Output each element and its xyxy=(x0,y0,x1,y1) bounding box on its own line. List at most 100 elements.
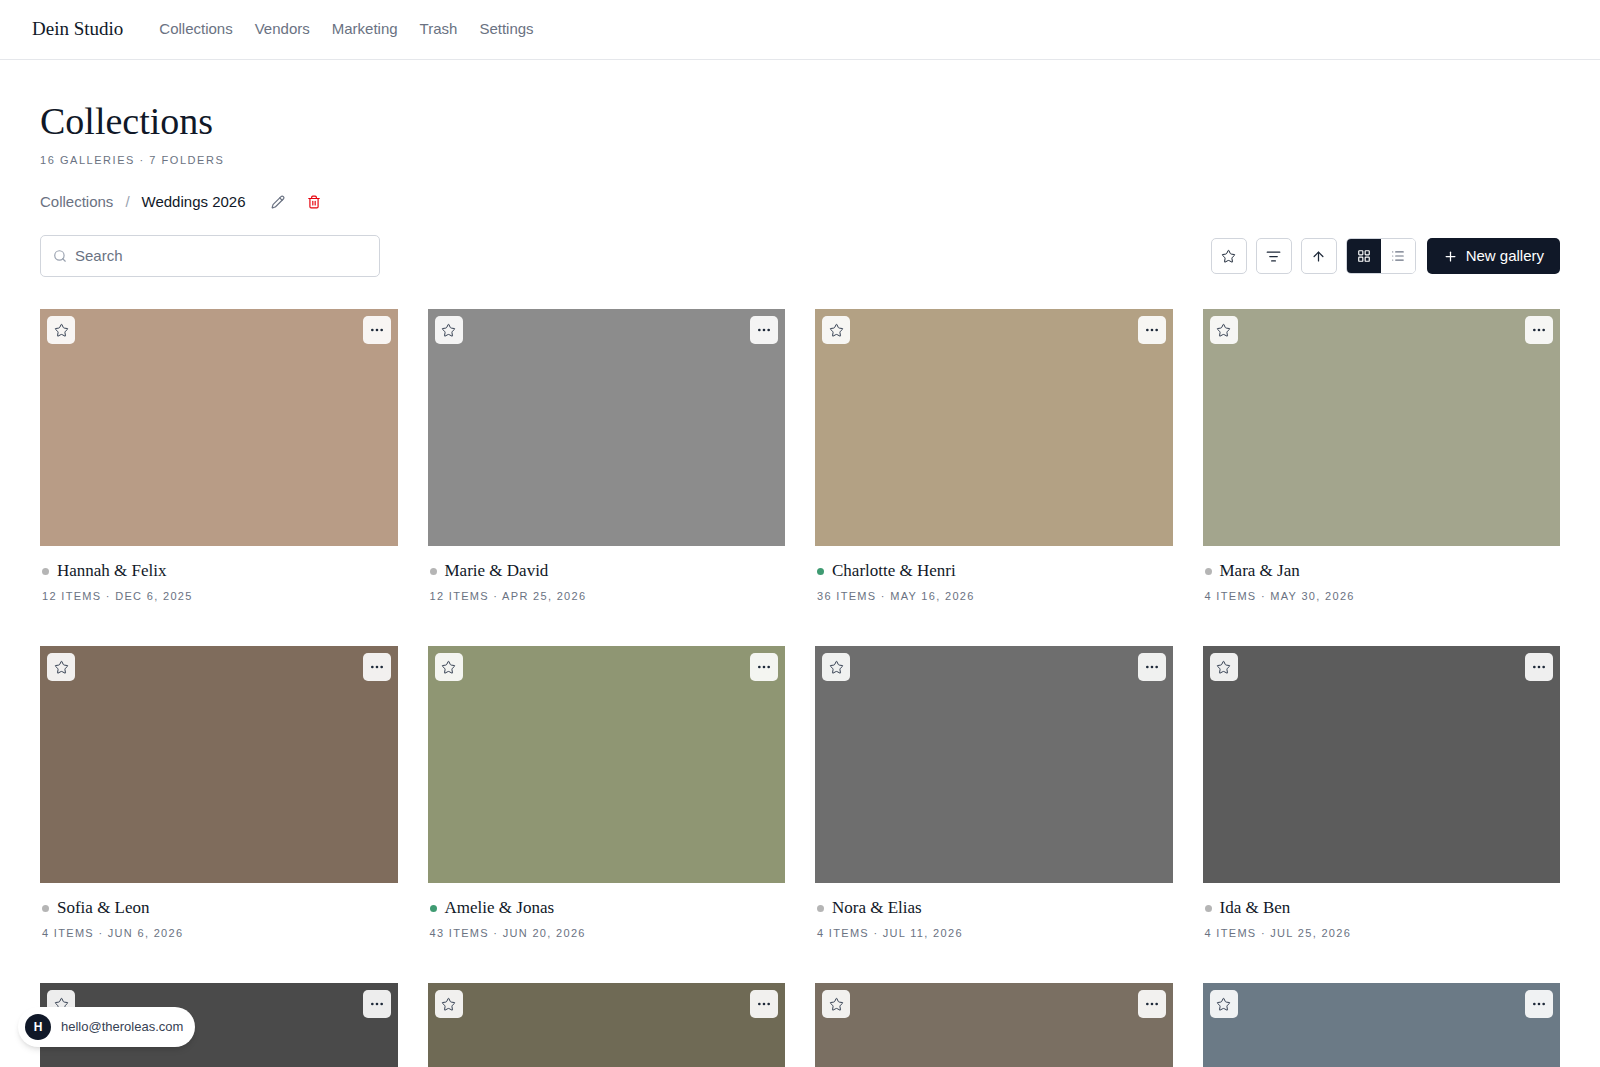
search-icon xyxy=(53,249,67,263)
ellipsis-icon xyxy=(1144,659,1160,675)
gallery-cover[interactable] xyxy=(815,646,1173,883)
star-button[interactable] xyxy=(1210,316,1238,344)
toolbar-actions: New gallery xyxy=(1211,238,1560,274)
search-field[interactable] xyxy=(40,235,380,277)
gallery-card[interactable] xyxy=(428,983,786,1067)
breadcrumb: Collections/Weddings 2026 xyxy=(40,190,1560,214)
gallery-cover[interactable] xyxy=(40,646,398,883)
top-bar: Dein Studio Collections Vendors Marketing Tr… xyxy=(0,0,1600,60)
gallery-meta: 36 ITEMS · MAY 16, 2026 xyxy=(815,588,1173,604)
nav-item[interactable]: Trash xyxy=(420,18,458,41)
star-button[interactable] xyxy=(822,653,850,681)
ellipsis-icon xyxy=(1531,322,1547,338)
status-dot xyxy=(1205,568,1212,575)
gallery-cover[interactable] xyxy=(428,646,786,883)
plus-icon xyxy=(1443,249,1458,264)
more-button[interactable] xyxy=(363,653,391,681)
gallery-card[interactable]: Marie & David12 ITEMS · APR 25, 2026 xyxy=(428,309,786,604)
new-gallery-button[interactable]: New gallery xyxy=(1427,238,1560,274)
ellipsis-icon xyxy=(1531,659,1547,675)
trash-icon xyxy=(307,195,321,209)
nav-item[interactable]: Vendors xyxy=(255,18,310,41)
page-subtitle: 16 GALLERIES · 7 FOLDERS xyxy=(40,152,1560,168)
gallery-cover[interactable] xyxy=(815,309,1173,546)
account-chip[interactable]: Hhello@theroleas.com xyxy=(18,1007,195,1047)
star-icon xyxy=(54,323,69,338)
gallery-cover[interactable] xyxy=(1203,646,1561,883)
star-button[interactable] xyxy=(47,316,75,344)
star-button[interactable] xyxy=(1210,990,1238,1018)
gallery-card[interactable]: Hannah & Felix12 ITEMS · DEC 6, 2025 xyxy=(40,309,398,604)
ellipsis-icon xyxy=(369,659,385,675)
gallery-card[interactable]: Mara & Jan4 ITEMS · MAY 30, 2026 xyxy=(1203,309,1561,604)
sort-icon xyxy=(1266,249,1281,264)
gallery-name: Sofia & Leon xyxy=(57,897,150,919)
delete-button[interactable] xyxy=(302,190,326,214)
ellipsis-icon xyxy=(369,322,385,338)
gallery-card[interactable]: Amelie & Jonas43 ITEMS · JUN 20, 2026 xyxy=(428,646,786,941)
star-button[interactable] xyxy=(435,653,463,681)
gallery-cover[interactable] xyxy=(815,983,1173,1067)
star-icon xyxy=(829,323,844,338)
logo[interactable]: Dein Studio xyxy=(32,15,123,44)
account-email: hello@theroleas.com xyxy=(61,1017,183,1037)
page-title: Collections xyxy=(40,102,1560,140)
status-dot xyxy=(817,568,824,575)
more-button[interactable] xyxy=(1525,316,1553,344)
ellipsis-icon xyxy=(1144,322,1160,338)
account-avatar: H xyxy=(25,1014,51,1040)
breadcrumb-item[interactable]: Collections xyxy=(40,191,113,214)
more-button[interactable] xyxy=(1525,653,1553,681)
star-icon xyxy=(1216,323,1231,338)
status-dot xyxy=(430,568,437,575)
gallery-card[interactable]: Charlotte & Henri36 ITEMS · MAY 16, 2026 xyxy=(815,309,1173,604)
pencil-icon xyxy=(271,195,285,209)
star-button[interactable] xyxy=(822,316,850,344)
nav-item[interactable]: Settings xyxy=(479,18,533,41)
more-button[interactable] xyxy=(363,990,391,1018)
gallery-cover[interactable] xyxy=(40,309,398,546)
gallery-grid: Hannah & Felix12 ITEMS · DEC 6, 2025Mari… xyxy=(40,309,1560,1067)
star-button[interactable] xyxy=(822,990,850,1018)
gallery-cover[interactable] xyxy=(1203,309,1561,546)
star-button[interactable] xyxy=(435,990,463,1018)
starred-filter-button[interactable] xyxy=(1211,238,1247,274)
star-icon xyxy=(1216,997,1231,1012)
content: Collections 16 GALLERIES · 7 FOLDERS Colle… xyxy=(0,60,1600,1067)
gallery-cover[interactable] xyxy=(428,983,786,1067)
more-button[interactable] xyxy=(1138,316,1166,344)
gallery-card[interactable] xyxy=(1203,983,1561,1067)
search-input[interactable] xyxy=(75,245,367,268)
star-button[interactable] xyxy=(1210,653,1238,681)
gallery-card[interactable]: Ida & Ben4 ITEMS · JUL 25, 2026 xyxy=(1203,646,1561,941)
more-button[interactable] xyxy=(750,990,778,1018)
sort-button[interactable] xyxy=(1256,238,1292,274)
main-nav: Collections Vendors Marketing Trash Settings xyxy=(159,18,533,41)
gallery-card[interactable] xyxy=(815,983,1173,1067)
app: Dein Studio Collections Vendors Marketing Tr… xyxy=(0,0,1600,1067)
ellipsis-icon xyxy=(369,996,385,1012)
more-button[interactable] xyxy=(1138,653,1166,681)
status-dot xyxy=(1205,905,1212,912)
star-button[interactable] xyxy=(47,653,75,681)
gallery-card[interactable]: Nora & Elias4 ITEMS · JUL 11, 2026 xyxy=(815,646,1173,941)
star-icon xyxy=(829,660,844,675)
grid-view-button[interactable] xyxy=(1347,238,1381,274)
gallery-cover[interactable] xyxy=(428,309,786,546)
nav-item[interactable]: Marketing xyxy=(332,18,398,41)
more-button[interactable] xyxy=(363,316,391,344)
star-icon xyxy=(441,660,456,675)
gallery-meta: 4 ITEMS · JUL 25, 2026 xyxy=(1203,925,1561,941)
gallery-card[interactable]: Sofia & Leon4 ITEMS · JUN 6, 2026 xyxy=(40,646,398,941)
more-button[interactable] xyxy=(750,316,778,344)
list-view-button[interactable] xyxy=(1381,238,1415,274)
more-button[interactable] xyxy=(1525,990,1553,1018)
sort-direction-button[interactable] xyxy=(1301,238,1337,274)
more-button[interactable] xyxy=(750,653,778,681)
gallery-cover[interactable] xyxy=(1203,983,1561,1067)
nav-item[interactable]: Collections xyxy=(159,18,232,41)
breadcrumb-current: Weddings 2026 xyxy=(142,191,246,214)
star-button[interactable] xyxy=(435,316,463,344)
rename-button[interactable] xyxy=(266,190,290,214)
more-button[interactable] xyxy=(1138,990,1166,1018)
